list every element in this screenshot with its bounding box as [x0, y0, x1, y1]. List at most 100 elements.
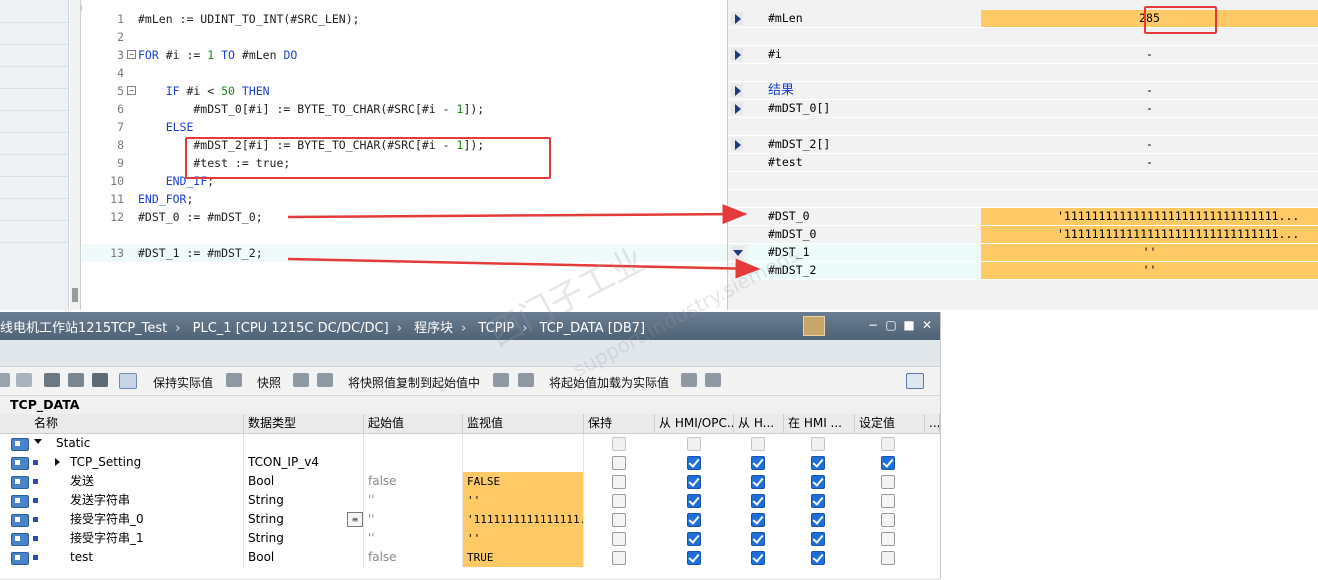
- copy-snapshot-icon[interactable]: [293, 373, 309, 387]
- cell-type[interactable]: TCON_IP_v4: [244, 453, 364, 472]
- checkbox-hmi1[interactable]: [687, 551, 701, 565]
- checkbox-hmi3[interactable]: [811, 456, 825, 470]
- checkbox-hmi2[interactable]: [751, 551, 765, 565]
- checkbox-hmi3[interactable]: [811, 532, 825, 546]
- load-start-as-actual-button[interactable]: 将起始值加载为实际值: [549, 374, 669, 391]
- cell-type[interactable]: String: [244, 529, 364, 548]
- code-line[interactable]: 5− IF #i < 50 THEN: [82, 82, 727, 100]
- table-row[interactable]: TCP_Setting TCON_IP_v4: [0, 453, 940, 473]
- collapse-icon[interactable]: [34, 439, 42, 444]
- expand-icon[interactable]: [55, 458, 60, 466]
- expand-arrow-icon[interactable]: [731, 12, 743, 25]
- fold-toggle-icon[interactable]: −: [127, 50, 136, 59]
- cell-start[interactable]: '': [364, 491, 463, 510]
- checkbox-hmi1[interactable]: [687, 456, 701, 470]
- code-text[interactable]: FOR #i := 1 TO #mLen DO: [138, 46, 297, 64]
- column-header[interactable]: 设定值: [855, 414, 925, 433]
- checkbox-hmi1[interactable]: [687, 494, 701, 508]
- checkbox-setp[interactable]: [881, 494, 895, 508]
- checkbox-hmi3[interactable]: [811, 513, 825, 527]
- cell-type[interactable]: Bool: [244, 472, 364, 491]
- cell-start[interactable]: false: [364, 548, 463, 567]
- close-icon[interactable]: ✕: [920, 318, 934, 332]
- checkbox-hmi3[interactable]: [811, 494, 825, 508]
- load-actual-icon[interactable]: [518, 373, 534, 387]
- edit-string-button[interactable]: ≡: [347, 512, 363, 527]
- breadcrumb-folder[interactable]: TCPIP: [478, 321, 514, 336]
- code-line[interactable]: 13 #DST_1 := #mDST_2;: [82, 244, 727, 262]
- checkbox-hmi2[interactable]: [751, 437, 765, 451]
- checkbox-retain[interactable]: [612, 475, 626, 489]
- cell-monitor[interactable]: TRUE: [463, 548, 584, 567]
- checkbox-hmi3[interactable]: [811, 475, 825, 489]
- code-text[interactable]: ELSE: [138, 118, 194, 136]
- checkbox-hmi2[interactable]: [751, 494, 765, 508]
- checkbox-setp[interactable]: [881, 437, 895, 451]
- snapshot-button[interactable]: 快照: [257, 374, 281, 391]
- checkbox-hmi1[interactable]: [687, 437, 701, 451]
- code-text[interactable]: IF #i < 50 THEN: [138, 82, 270, 100]
- cell-name[interactable]: TCP_Setting: [66, 453, 244, 472]
- collapse-icon[interactable]: [68, 373, 84, 387]
- cell-start[interactable]: '': [364, 510, 463, 529]
- code-line[interactable]: 4: [82, 64, 727, 82]
- cell-monitor[interactable]: '1111111111111111...: [463, 510, 584, 529]
- checkbox-retain[interactable]: [612, 532, 626, 546]
- paste-snapshot-icon[interactable]: [317, 373, 333, 387]
- checkbox-setp[interactable]: [881, 456, 895, 470]
- insert-row-icon[interactable]: [16, 373, 32, 387]
- code-line[interactable]: 2: [82, 28, 727, 46]
- watch-row[interactable]: 结果 -: [728, 82, 1318, 100]
- cell-monitor[interactable]: '': [463, 491, 584, 510]
- checkbox-retain[interactable]: [612, 551, 626, 565]
- column-header[interactable]: 监视值: [463, 414, 584, 433]
- load-start-icon[interactable]: [493, 373, 509, 387]
- cell-start[interactable]: [364, 453, 463, 472]
- column-header[interactable]: 数据类型: [244, 414, 364, 433]
- vertical-scrollbar[interactable]: [70, 0, 81, 310]
- watch-row[interactable]: #mDST_2 '': [728, 262, 1318, 280]
- table-row[interactable]: 接受字符串_0String'''1111111111111111... ≡: [0, 510, 940, 530]
- checkbox-hmi2[interactable]: [751, 456, 765, 470]
- column-header[interactable]: ...: [925, 414, 940, 433]
- watch-row[interactable]: #mDST_2[] -: [728, 136, 1318, 154]
- column-header[interactable]: 保持: [584, 414, 655, 433]
- checkbox-setp[interactable]: [881, 551, 895, 565]
- code-line[interactable]: 1 #mLen := UDINT_TO_INT(#SRC_LEN);: [82, 10, 727, 28]
- checkbox-hmi1[interactable]: [687, 475, 701, 489]
- download-icon[interactable]: [681, 373, 697, 387]
- watch-row[interactable]: [728, 190, 1318, 208]
- breadcrumb-project[interactable]: 线电机工作站1215TCP_Test: [0, 321, 167, 336]
- code-text[interactable]: #mLen := UDINT_TO_INT(#SRC_LEN);: [138, 10, 360, 28]
- watch-row[interactable]: #mLen 285: [728, 10, 1318, 28]
- checkbox-setp[interactable]: [881, 513, 895, 527]
- watch-row[interactable]: [728, 28, 1318, 46]
- column-header[interactable]: 在 HMI ...: [784, 414, 855, 433]
- code-text[interactable]: #DST_0 := #mDST_0;: [138, 208, 263, 226]
- checkbox-hmi1[interactable]: [687, 532, 701, 546]
- table-row[interactable]: 发送字符串 String '' '': [0, 491, 940, 511]
- table-row[interactable]: 接受字符串_1 String '' '': [0, 529, 940, 549]
- cell-name[interactable]: 发送: [66, 472, 244, 491]
- column-header[interactable]: 从 HMI/OPC...: [655, 414, 734, 433]
- breadcrumb-plc[interactable]: PLC_1 [CPU 1215C DC/DC/DC]: [193, 321, 389, 336]
- expand-arrow-icon[interactable]: [731, 138, 743, 151]
- expand-arrow-icon[interactable]: [731, 84, 743, 97]
- copy-snapshot-to-start-button[interactable]: 将快照值复制到起始值中: [348, 374, 480, 391]
- watch-row[interactable]: #mDST_0[] -: [728, 100, 1318, 118]
- db-snapshot-icon[interactable]: [226, 373, 242, 387]
- cell-start[interactable]: false: [364, 472, 463, 491]
- watch-row[interactable]: #DST_0'1111111111111111111111111111111..…: [728, 208, 1318, 226]
- expand-arrow-icon[interactable]: [731, 48, 743, 61]
- checkbox-hmi2[interactable]: [751, 513, 765, 527]
- checkbox-hmi3[interactable]: [811, 437, 825, 451]
- watch-row[interactable]: #i -: [728, 46, 1318, 64]
- checkbox-retain[interactable]: [612, 456, 626, 470]
- cell-start[interactable]: [364, 434, 463, 453]
- watch-row[interactable]: [728, 172, 1318, 190]
- monitor-glasses-icon[interactable]: [119, 373, 137, 389]
- code-text[interactable]: END_FOR;: [138, 190, 193, 208]
- checkbox-retain[interactable]: [612, 437, 626, 451]
- expand-arrow-icon[interactable]: [731, 102, 743, 115]
- dock-window-icon[interactable]: [803, 316, 825, 336]
